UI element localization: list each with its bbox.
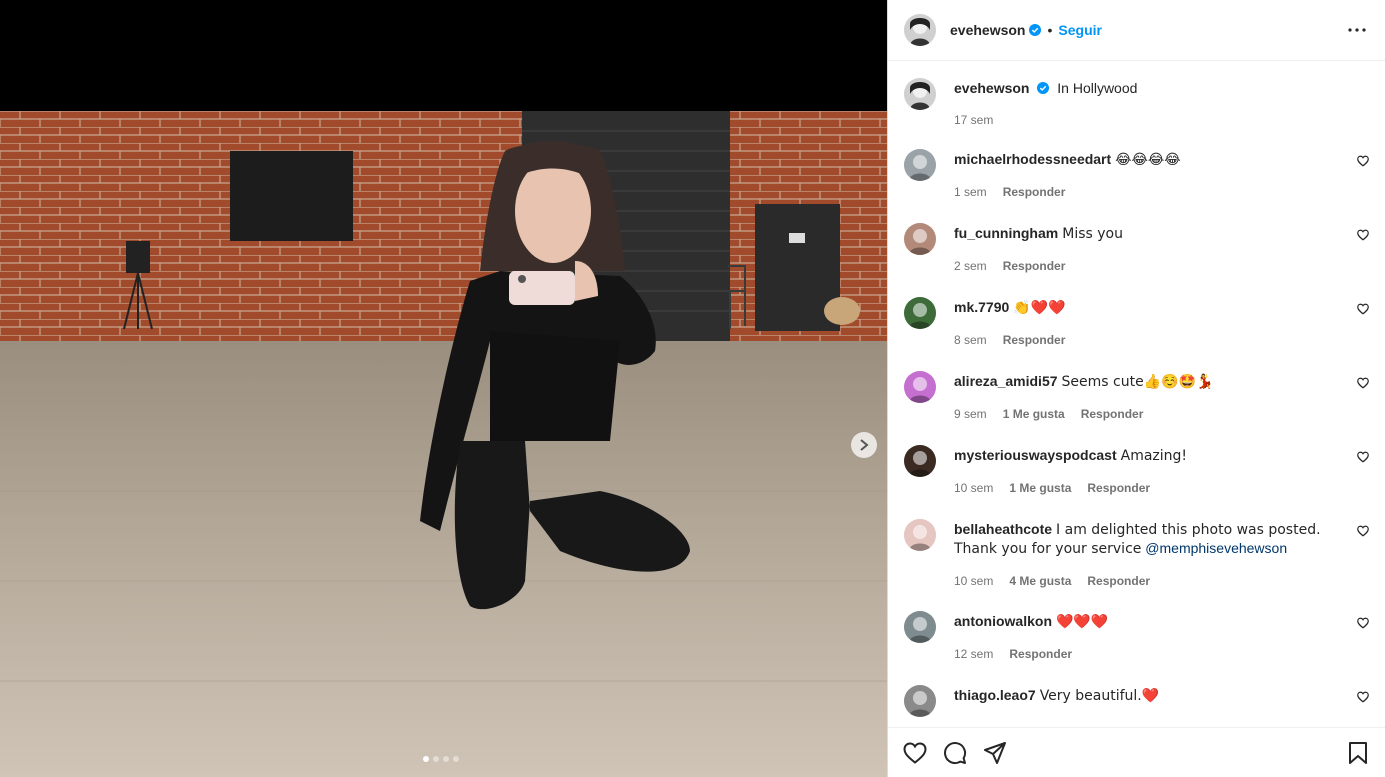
reply-button[interactable]: Responder [1081, 405, 1144, 423]
like-comment-heart-icon[interactable] [1357, 451, 1369, 463]
like-comment-heart-icon[interactable] [1357, 303, 1369, 315]
comment-time[interactable]: 9 sem [954, 405, 987, 423]
reply-button[interactable]: Responder [1087, 479, 1150, 497]
like-comment-heart-icon[interactable] [1357, 155, 1369, 167]
post-actions-bar [888, 727, 1385, 777]
comment-username[interactable]: fu_cunningham [954, 225, 1058, 241]
commenter-avatar[interactable] [904, 149, 936, 181]
comment-item: fu_cunningham Miss you 2 sem Responder [904, 221, 1369, 275]
comment-username[interactable]: alireza_amidi57 [954, 373, 1058, 389]
more-options-icon [1348, 28, 1366, 32]
carousel-dot [433, 756, 439, 762]
commenter-avatar[interactable] [904, 223, 936, 255]
reply-button[interactable]: Responder [1003, 331, 1066, 349]
author-username[interactable]: evehewson [950, 22, 1025, 38]
comment-username[interactable]: antoniowalkon [954, 613, 1052, 629]
comment-username[interactable]: thiago.leao7 [954, 687, 1036, 703]
follow-button[interactable]: Seguir [1058, 22, 1102, 38]
comment-item: mk.7790 👏❤️❤️ 8 sem Responder [904, 295, 1369, 349]
verified-badge-icon [1037, 82, 1050, 94]
caption-time[interactable]: 17 sem [954, 111, 993, 129]
caption-text: In Hollywood [1057, 80, 1138, 96]
comment-time[interactable]: 12 sem [954, 645, 993, 663]
comment-username[interactable]: bellaheathcote [954, 521, 1052, 537]
like-comment-heart-icon[interactable] [1357, 525, 1369, 537]
comment-username[interactable]: mysteriouswayspodcast [954, 447, 1117, 463]
comment-icon [944, 741, 967, 764]
author-avatar[interactable] [904, 78, 936, 110]
comment-likes[interactable]: 1 Me gusta [1003, 405, 1065, 423]
comment-time[interactable]: 10 sem [954, 572, 993, 590]
comment-text: Miss you [1062, 226, 1123, 242]
commenter-avatar[interactable] [904, 519, 936, 551]
commenter-avatar[interactable] [904, 611, 936, 643]
carousel-dot [443, 756, 449, 762]
comment-item: mysteriouswayspodcast Amazing! 10 sem 1 Me … [904, 443, 1369, 497]
carousel-dot [423, 756, 429, 762]
comment-button[interactable] [942, 740, 968, 766]
comment-text: 😂😂😂😂 [1115, 152, 1181, 168]
bookmark-icon [1349, 741, 1367, 764]
like-button[interactable] [902, 740, 928, 766]
reply-button[interactable]: Responder [1009, 645, 1072, 663]
comments-list[interactable]: evehewson In Hollywood 17 sem michaelrho… [888, 61, 1385, 727]
reply-button[interactable]: Responder [1003, 257, 1066, 275]
comment-time[interactable]: 1 sem [954, 183, 987, 201]
author-avatar[interactable] [904, 14, 936, 46]
comment-item: thiago.leao7 Very beautiful.❤️ [904, 683, 1369, 717]
comment-username[interactable]: michaelrhodessneedart [954, 151, 1111, 167]
comment-time[interactable]: 8 sem [954, 331, 987, 349]
comment-text: ❤️❤️❤️ [1056, 614, 1109, 630]
commenter-avatar[interactable] [904, 297, 936, 329]
commenter-avatar[interactable] [904, 371, 936, 403]
comment-item: bellaheathcote I am delighted this photo … [904, 517, 1369, 590]
comment-item: alireza_amidi57 Seems cute👍☺️🤩💃 9 sem 1 Me … [904, 369, 1369, 423]
carousel-dot [453, 756, 459, 762]
comment-text: Very beautiful.❤️ [1039, 688, 1160, 704]
save-button[interactable] [1345, 740, 1371, 766]
caption: evehewson In Hollywood 17 sem [904, 76, 1369, 129]
header-separator: • [1047, 22, 1053, 38]
post-header: evehewson • Seguir [888, 0, 1385, 61]
more-options-button[interactable] [1345, 18, 1369, 42]
share-button[interactable] [982, 740, 1008, 766]
comment-likes[interactable]: 4 Me gusta [1009, 572, 1071, 590]
heart-icon [903, 741, 927, 764]
comment-time[interactable]: 10 sem [954, 479, 993, 497]
carousel-indicator [423, 756, 459, 762]
like-comment-heart-icon[interactable] [1357, 377, 1369, 389]
reply-button[interactable]: Responder [1003, 183, 1066, 201]
caption-username[interactable]: evehewson [954, 80, 1029, 96]
like-comment-heart-icon[interactable] [1357, 229, 1369, 241]
comment-likes[interactable]: 1 Me gusta [1009, 479, 1071, 497]
like-comment-heart-icon[interactable] [1357, 691, 1369, 703]
reply-button[interactable]: Responder [1087, 572, 1150, 590]
share-icon [984, 741, 1006, 764]
comment-mention[interactable]: @memphisevehewson [1145, 540, 1287, 556]
commenter-avatar[interactable] [904, 445, 936, 477]
comment-text: Amazing! [1120, 448, 1188, 464]
comment-item: michaelrhodessneedart 😂😂😂😂 1 sem Responder [904, 147, 1369, 201]
commenter-avatar[interactable] [904, 685, 936, 717]
comment-time[interactable]: 2 sem [954, 257, 987, 275]
comment-text: 👏❤️❤️ [1013, 300, 1066, 316]
comment-text: Seems cute👍☺️🤩💃 [1061, 374, 1214, 390]
next-photo-button[interactable] [851, 432, 877, 458]
like-comment-heart-icon[interactable] [1357, 617, 1369, 629]
comment-username[interactable]: mk.7790 [954, 299, 1009, 315]
post-side-panel: evehewson • Seguir evehewson In Hollywoo… [887, 0, 1385, 777]
post-photo[interactable] [0, 111, 887, 777]
chevron-right-icon [860, 439, 869, 451]
verified-badge-icon [1029, 24, 1042, 36]
post-media [0, 0, 887, 777]
comment-item: antoniowalkon ❤️❤️❤️ 12 sem Responder [904, 609, 1369, 663]
